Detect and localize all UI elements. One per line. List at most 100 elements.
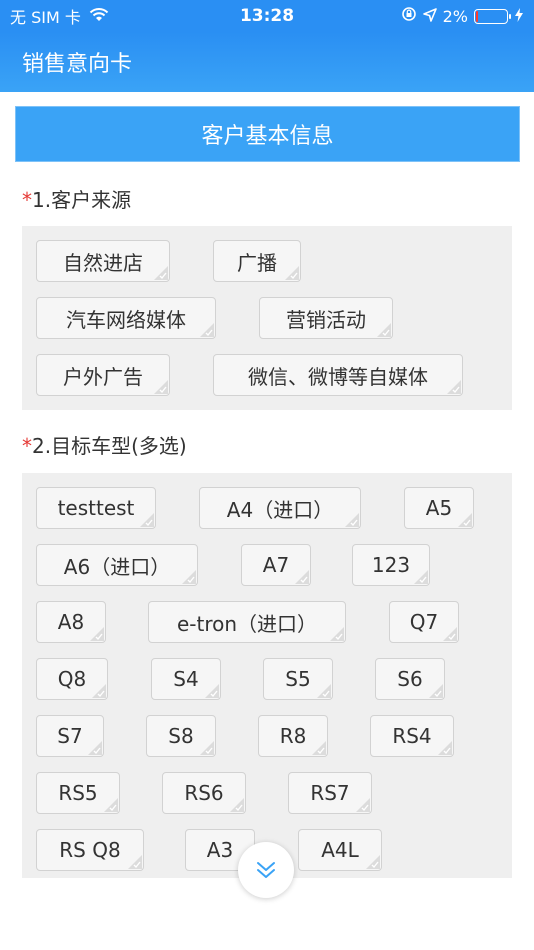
option-label: Q8 (57, 667, 87, 691)
status-right: 2% (401, 6, 524, 26)
option-social-media[interactable]: 微信、微博等自媒体 (213, 354, 463, 396)
option-label: Q7 (409, 610, 439, 634)
option-label: S7 (57, 724, 83, 748)
question-label: 1.客户来源 (32, 188, 132, 212)
charging-icon (514, 7, 524, 26)
option-label: 汽车网络媒体 (66, 307, 186, 332)
checkbox-corner-icon (458, 513, 472, 527)
option-model[interactable]: S4 (151, 658, 221, 700)
section-title: 客户基本信息 (201, 124, 334, 149)
option-model[interactable]: A5 (404, 487, 474, 529)
option-model[interactable]: Q8 (36, 658, 108, 700)
checkbox-corner-icon (154, 266, 168, 280)
required-mark: * (22, 188, 32, 212)
scroll-down-button[interactable] (238, 842, 294, 898)
option-walk-in[interactable]: 自然进店 (36, 240, 170, 282)
option-label: S5 (285, 667, 311, 691)
option-label: 123 (371, 553, 411, 577)
checkbox-corner-icon (356, 798, 370, 812)
carrier-text: 无 SIM 卡 (10, 8, 81, 27)
form-content[interactable]: 客户基本信息 *1.客户来源 自然进店 广播 汽车网络媒体 营销活动 户外广告 … (0, 92, 534, 950)
option-model[interactable]: S7 (36, 715, 104, 757)
battery-percent: 2% (442, 6, 468, 26)
option-online-media[interactable]: 汽车网络媒体 (36, 297, 216, 339)
checkbox-corner-icon (205, 684, 219, 698)
option-label: RS5 (58, 781, 98, 805)
page-title: 销售意向卡 (22, 52, 133, 77)
checkbox-corner-icon (443, 627, 457, 641)
checkbox-corner-icon (230, 798, 244, 812)
option-radio[interactable]: 广播 (213, 240, 301, 282)
option-model[interactable]: A6（进口） (36, 544, 198, 586)
option-model[interactable]: RS4 (370, 715, 454, 757)
option-outdoor-ad[interactable]: 户外广告 (36, 354, 170, 396)
checkbox-corner-icon (330, 627, 344, 641)
checkbox-corner-icon (182, 570, 196, 584)
option-model[interactable]: S8 (146, 715, 216, 757)
option-label: A3 (206, 838, 234, 862)
checkbox-corner-icon (295, 570, 309, 584)
target-model-options: testtest A4（进口） A5 A6（进口） A7 123 A8 e-tr… (22, 473, 512, 878)
checkbox-corner-icon (438, 741, 452, 755)
checkbox-corner-icon (140, 513, 154, 527)
checkbox-corner-icon (200, 323, 214, 337)
option-label: A7 (262, 553, 290, 577)
option-model[interactable]: 123 (352, 544, 430, 586)
checkbox-corner-icon (92, 684, 106, 698)
option-label: 广播 (237, 250, 277, 275)
checkbox-corner-icon (104, 798, 118, 812)
option-model[interactable]: RS5 (36, 772, 120, 814)
checkbox-corner-icon (345, 513, 359, 527)
checkbox-corner-icon (366, 855, 380, 869)
question-customer-source: *1.客户来源 (22, 184, 131, 213)
double-chevron-down-icon (257, 862, 275, 878)
checkbox-corner-icon (90, 627, 104, 641)
option-model[interactable]: A7 (241, 544, 311, 586)
option-label: R8 (279, 724, 307, 748)
option-label: RS7 (310, 781, 350, 805)
checkbox-corner-icon (88, 741, 102, 755)
option-model[interactable]: RS7 (288, 772, 372, 814)
option-label: A6（进口） (63, 554, 171, 579)
customer-source-options: 自然进店 广播 汽车网络媒体 营销活动 户外广告 微信、微博等自媒体 (22, 226, 512, 410)
wifi-icon (89, 7, 109, 26)
option-model[interactable]: A4L (298, 829, 382, 871)
option-model[interactable]: A8 (36, 601, 106, 643)
checkbox-corner-icon (312, 741, 326, 755)
option-marketing-event[interactable]: 营销活动 (259, 297, 393, 339)
option-label: 微信、微博等自媒体 (248, 364, 428, 389)
option-model[interactable]: A4（进口） (199, 487, 361, 529)
option-model[interactable]: S6 (375, 658, 445, 700)
option-label: A4（进口） (226, 497, 334, 522)
option-model[interactable]: e-tron（进口） (148, 601, 346, 643)
option-model[interactable]: R8 (258, 715, 328, 757)
option-label: A5 (425, 496, 453, 520)
checkbox-corner-icon (128, 855, 142, 869)
status-left: 无 SIM 卡 (10, 4, 109, 28)
option-model[interactable]: RS Q8 (36, 829, 144, 871)
question-target-model: *2.目标车型(多选) (22, 430, 187, 459)
option-label: A4L (321, 838, 359, 862)
checkbox-corner-icon (285, 266, 299, 280)
section-header-customer-info: 客户基本信息 (15, 106, 520, 162)
checkbox-corner-icon (200, 741, 214, 755)
option-model[interactable]: S5 (263, 658, 333, 700)
option-label: S4 (173, 667, 199, 691)
option-model[interactable]: RS6 (162, 772, 246, 814)
option-label: 自然进店 (63, 250, 143, 275)
option-label: 户外广告 (63, 364, 143, 389)
checkbox-corner-icon (414, 570, 428, 584)
checkbox-corner-icon (447, 380, 461, 394)
option-label: RS Q8 (59, 838, 121, 862)
checkbox-corner-icon (154, 380, 168, 394)
checkbox-corner-icon (377, 323, 391, 337)
option-model[interactable]: Q7 (389, 601, 459, 643)
battery-level (476, 10, 478, 22)
option-label: RS6 (184, 781, 224, 805)
option-label: A8 (57, 610, 85, 634)
location-icon (422, 7, 437, 26)
battery-icon (474, 8, 511, 24)
option-label: e-tron（进口） (176, 611, 318, 636)
option-model[interactable]: testtest (36, 487, 156, 529)
checkbox-corner-icon (429, 684, 443, 698)
